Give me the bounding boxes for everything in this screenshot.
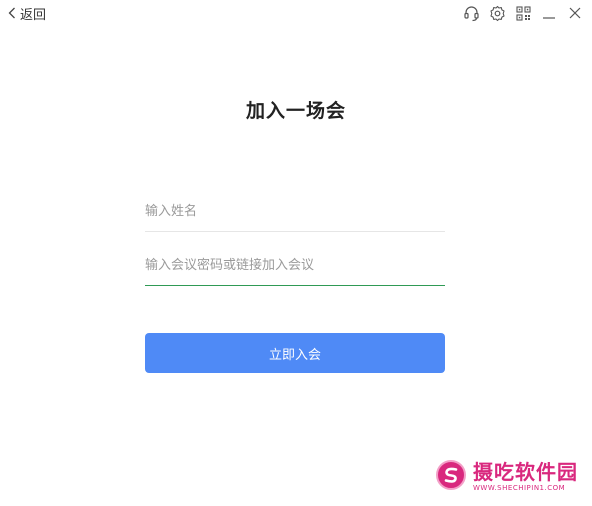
join-now-button[interactable]: 立即入会 <box>145 333 445 373</box>
watermark-text: 摄吃软件园 WWW.SHECHIPIN1.COM <box>473 462 578 492</box>
chevron-left-icon <box>8 7 16 19</box>
back-button[interactable]: 返回 <box>8 4 47 23</box>
meeting-id-input[interactable] <box>145 245 445 285</box>
close-icon[interactable] <box>566 4 584 22</box>
watermark-name: 摄吃软件园 <box>473 460 578 484</box>
minimize-icon[interactable] <box>540 4 558 22</box>
title-bar: 返回 <box>0 0 592 28</box>
qr-code-icon[interactable] <box>514 4 532 22</box>
page-title: 加入一场会 <box>245 100 346 122</box>
name-input[interactable] <box>145 191 445 231</box>
headset-icon[interactable] <box>462 4 480 22</box>
watermark-url: WWW.SHECHIPIN1.COM <box>473 484 566 492</box>
watermark: 摄吃软件园 WWW.SHECHIPIN1.COM <box>435 459 578 495</box>
watermark-logo-icon <box>435 459 467 495</box>
name-field <box>145 191 445 232</box>
window-controls <box>462 4 584 22</box>
meeting-field <box>145 245 445 286</box>
back-label: 返回 <box>20 7 47 23</box>
gear-icon[interactable] <box>488 4 506 22</box>
